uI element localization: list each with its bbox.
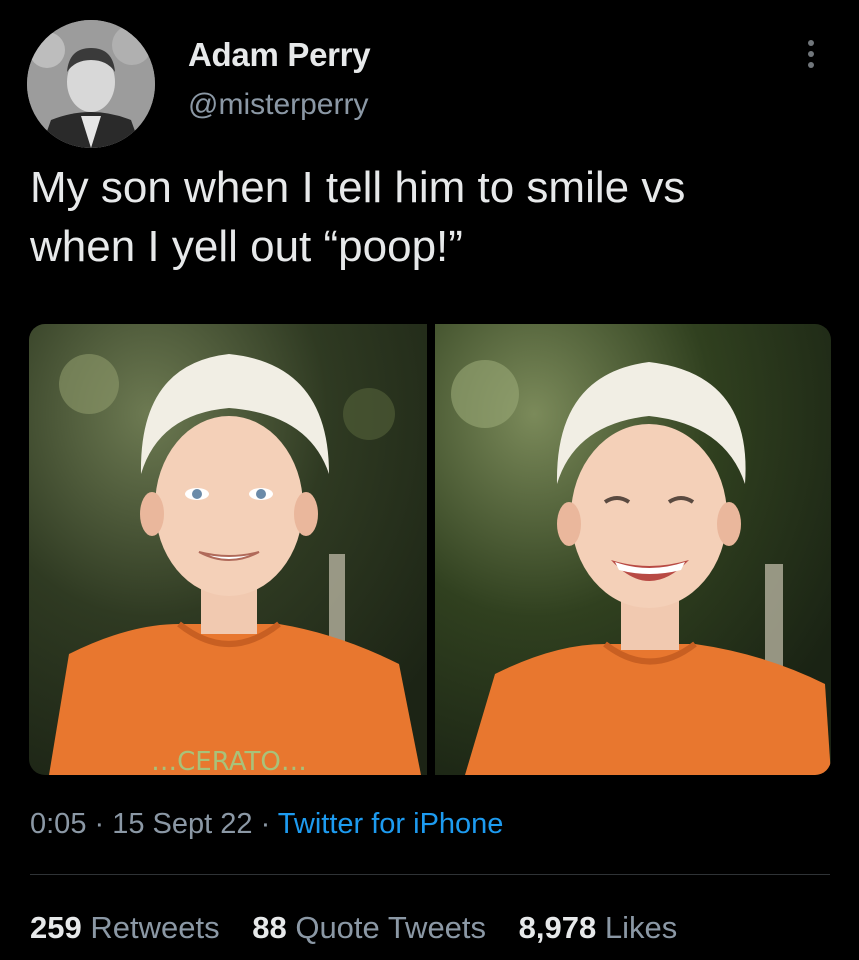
tweet-date[interactable]: 15 Sept 22: [112, 808, 252, 840]
avatar-image: [27, 20, 155, 148]
tweet-time[interactable]: 0:05: [30, 808, 86, 840]
shirt-print: …CERATO…: [151, 747, 307, 775]
more-vertical-icon: [808, 40, 814, 46]
likes-stat[interactable]: 8,978 Likes: [519, 910, 678, 945]
tweet-media[interactable]: …CERATO…: [29, 324, 831, 775]
more-options-button[interactable]: [796, 30, 826, 78]
boy-photo-laugh: [435, 324, 831, 775]
display-name[interactable]: Adam Perry: [188, 36, 371, 74]
meta-separator: ·: [86, 808, 113, 840]
boy-photo-smile: …CERATO…: [29, 324, 427, 775]
avatar[interactable]: [27, 20, 155, 148]
meta-separator: ·: [252, 808, 278, 840]
tweet-meta: 0:05 · 15 Sept 22 · Twitter for iPhone: [30, 808, 503, 841]
tweet-stats: 259 Retweets 88 Quote Tweets 8,978 Likes: [30, 910, 701, 946]
divider: [30, 874, 830, 875]
photo-left[interactable]: …CERATO…: [29, 324, 427, 775]
tweet-source-link[interactable]: Twitter for iPhone: [278, 808, 504, 840]
user-handle[interactable]: @misterperry: [188, 88, 368, 122]
photo-right[interactable]: [435, 324, 831, 775]
retweets-stat[interactable]: 259 Retweets: [30, 910, 220, 945]
quote-tweets-stat[interactable]: 88 Quote Tweets: [252, 910, 486, 945]
tweet-text: My son when I tell him to smile vs when …: [30, 163, 686, 271]
